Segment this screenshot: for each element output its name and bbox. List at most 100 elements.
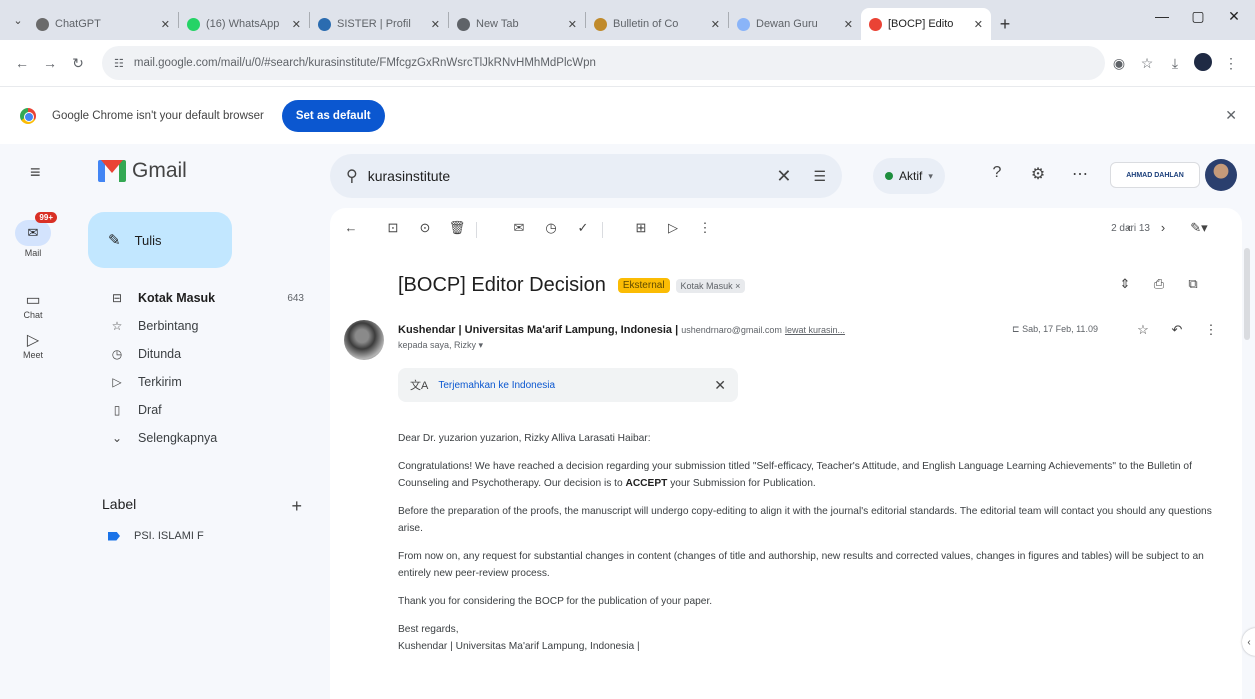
download-icon[interactable]: ⤓ <box>1161 55 1189 72</box>
more-actions-icon[interactable]: ⋮ <box>694 220 716 236</box>
open-new-window-icon[interactable]: ⧉ <box>1182 276 1204 292</box>
via-link[interactable]: lewat kurasin... <box>785 325 845 335</box>
add-task-icon[interactable]: ✓ <box>572 220 594 236</box>
nav-item-drafts[interactable]: ▯ Draf <box>88 396 318 424</box>
close-tab-icon[interactable]: ✕ <box>844 18 853 31</box>
browser-tab[interactable]: ChatGPT ✕ <box>28 8 178 40</box>
mail-nav: ⊟ Kotak Masuk 643 ☆ Berbintang ◷ Ditunda ▷ Te… <box>88 284 318 452</box>
star-message-icon[interactable]: ☆ <box>1132 322 1154 338</box>
back-to-search-icon[interactable]: ← <box>340 220 362 235</box>
move-to-icon[interactable]: ⊞ <box>630 220 652 236</box>
message-meta: ⊏ Sab, 17 Feb, 11.09 <box>1012 324 1098 335</box>
add-label-icon[interactable]: + <box>291 496 302 517</box>
close-tab-icon[interactable]: ✕ <box>431 18 440 31</box>
message-date: Sab, 17 Feb, 11.09 <box>1022 324 1098 334</box>
clear-search-icon[interactable]: ✕ <box>776 166 791 187</box>
set-as-default-button[interactable]: Set as default <box>281 99 385 132</box>
close-infobar-icon[interactable]: ✕ <box>1225 107 1237 124</box>
search-options-icon[interactable]: ☰ <box>813 168 826 185</box>
nav-item-snoozed[interactable]: ◷ Ditunda <box>88 340 318 368</box>
newer-icon[interactable]: ‹ <box>1118 220 1140 235</box>
address-bar[interactable]: ☷ mail.google.com/mail/u/0/#search/kuras… <box>102 46 1105 80</box>
browser-tab[interactable]: SISTER | Profil ✕ <box>310 8 448 40</box>
new-tab-button[interactable]: + <box>991 8 1019 40</box>
star-icon: ☆ <box>111 319 123 333</box>
search-icon[interactable]: ⚲ <box>346 166 358 186</box>
close-tab-icon[interactable]: ✕ <box>161 18 170 31</box>
unread-badge: 99+ <box>35 212 57 223</box>
pencil-icon: ✎ <box>108 232 121 249</box>
nav-item-sent[interactable]: ▷ Terkirim <box>88 368 318 396</box>
older-icon[interactable]: › <box>1152 220 1174 235</box>
eye-icon[interactable]: ◉ <box>1105 55 1133 72</box>
paragraph-copyediting: Before the preparation of the proofs, th… <box>398 506 1212 534</box>
help-icon[interactable]: ? <box>985 164 1009 182</box>
chevron-down-icon: ⌄ <box>111 431 123 445</box>
inbox-label-chip[interactable]: Kotak Masuk × <box>675 278 746 293</box>
default-browser-infobar: Google Chrome isn't your default browser… <box>0 86 1255 144</box>
message-body: Dear Dr. yuzarion yuzarion, Rizky Alliva… <box>398 430 1223 655</box>
close-window-icon[interactable]: ✕ <box>1222 8 1246 25</box>
print-icon[interactable]: ⎙ <box>1148 276 1170 292</box>
main-menu-icon[interactable]: ≡ <box>30 162 41 183</box>
nav-item-inbox[interactable]: ⊟ Kotak Masuk 643 <box>88 284 318 312</box>
rail-chat[interactable]: ▭ Chat <box>14 290 52 320</box>
browser-tab[interactable]: Bulletin of Co ✕ <box>586 8 728 40</box>
site-info-icon[interactable]: ☷ <box>114 57 124 70</box>
close-tab-icon[interactable]: ✕ <box>711 18 720 31</box>
gmail-logo[interactable]: Gmail <box>98 159 187 183</box>
expand-all-icon[interactable]: ⇕ <box>1114 276 1136 292</box>
profile-icon[interactable] <box>1189 52 1217 74</box>
scrollbar[interactable] <box>1244 248 1250 340</box>
close-translate-icon[interactable]: ✕ <box>714 377 726 394</box>
translate-link[interactable]: Terjemahkan ke Indonesia <box>438 380 714 391</box>
draft-icon: ▯ <box>113 403 121 417</box>
reply-icon[interactable]: ↶ <box>1166 322 1188 338</box>
minimize-icon[interactable]: — <box>1150 8 1174 24</box>
status-selector[interactable]: Aktif ▾ <box>873 158 945 194</box>
close-tab-icon[interactable]: ✕ <box>568 18 577 31</box>
bookmark-star-icon[interactable]: ☆ <box>1133 55 1161 72</box>
docs-icon <box>737 17 750 31</box>
nav-item-starred[interactable]: ☆ Berbintang <box>88 312 318 340</box>
input-tools-icon[interactable]: ✎▾ <box>1188 220 1210 236</box>
reload-icon[interactable]: ↻ <box>66 55 90 72</box>
browser-tab[interactable]: Dewan Guru ✕ <box>729 8 861 40</box>
gmail-m-icon <box>98 160 126 182</box>
back-icon[interactable]: ← <box>10 55 34 71</box>
settings-gear-icon[interactable]: ⚙ <box>1026 164 1050 184</box>
maximize-icon[interactable]: ▢ <box>1186 8 1210 25</box>
nav-item-more[interactable]: ⌄ Selengkapnya <box>88 424 318 452</box>
delete-icon[interactable]: 🗑 <box>446 220 468 236</box>
account-avatar[interactable] <box>1205 159 1237 191</box>
url-text[interactable]: mail.google.com/mail/u/0/#search/kurasin… <box>134 57 1093 69</box>
label-icon[interactable]: ▷ <box>662 220 684 236</box>
menu-icon[interactable]: ⋮ <box>1217 55 1245 72</box>
toolbar-divider <box>602 222 603 238</box>
rail-meet[interactable]: ▷ Meet <box>14 330 52 360</box>
message-more-icon[interactable]: ⋮ <box>1200 322 1222 338</box>
snooze-icon[interactable]: ◷ <box>540 220 562 236</box>
archive-icon[interactable]: ⊡ <box>382 220 404 236</box>
browser-tab-active[interactable]: [BOCP] Edito ✕ <box>861 8 991 40</box>
browser-tab[interactable]: (16) WhatsApp ✕ <box>179 8 309 40</box>
rail-mail[interactable]: ✉ 99+ Mail <box>14 212 57 258</box>
mark-unread-icon[interactable]: ✉ <box>508 220 530 236</box>
close-tab-icon[interactable]: ✕ <box>292 18 301 31</box>
apps-grid-icon[interactable]: ⋯ <box>1068 164 1092 184</box>
translate-bar: 文A Terjemahkan ke Indonesia ✕ <box>398 368 738 402</box>
sender-avatar[interactable] <box>344 320 384 360</box>
paragraph-thanks: Thank you for considering the BOCP for t… <box>398 596 713 607</box>
forward-icon[interactable]: → <box>38 55 62 71</box>
sender-name[interactable]: Kushendar | Universitas Ma'arif Lampung,… <box>398 324 678 336</box>
search-input[interactable]: kurasinstitute <box>368 168 777 184</box>
close-tab-icon[interactable]: ✕ <box>974 18 983 31</box>
report-spam-icon[interactable]: ⊙ <box>414 220 436 236</box>
recipients[interactable]: kepada saya, Rizky ▾ <box>398 340 483 351</box>
inbox-icon: ⊟ <box>111 291 123 305</box>
search-bar[interactable]: ⚲ kurasinstitute ✕ ☰ <box>330 154 842 198</box>
label-item[interactable]: PSI. ISLAMI F <box>108 530 204 542</box>
browser-tab[interactable]: New Tab ✕ <box>449 8 585 40</box>
tab-search-icon[interactable]: ⌄ <box>8 10 28 30</box>
compose-button[interactable]: ✎ Tulis <box>88 212 232 268</box>
